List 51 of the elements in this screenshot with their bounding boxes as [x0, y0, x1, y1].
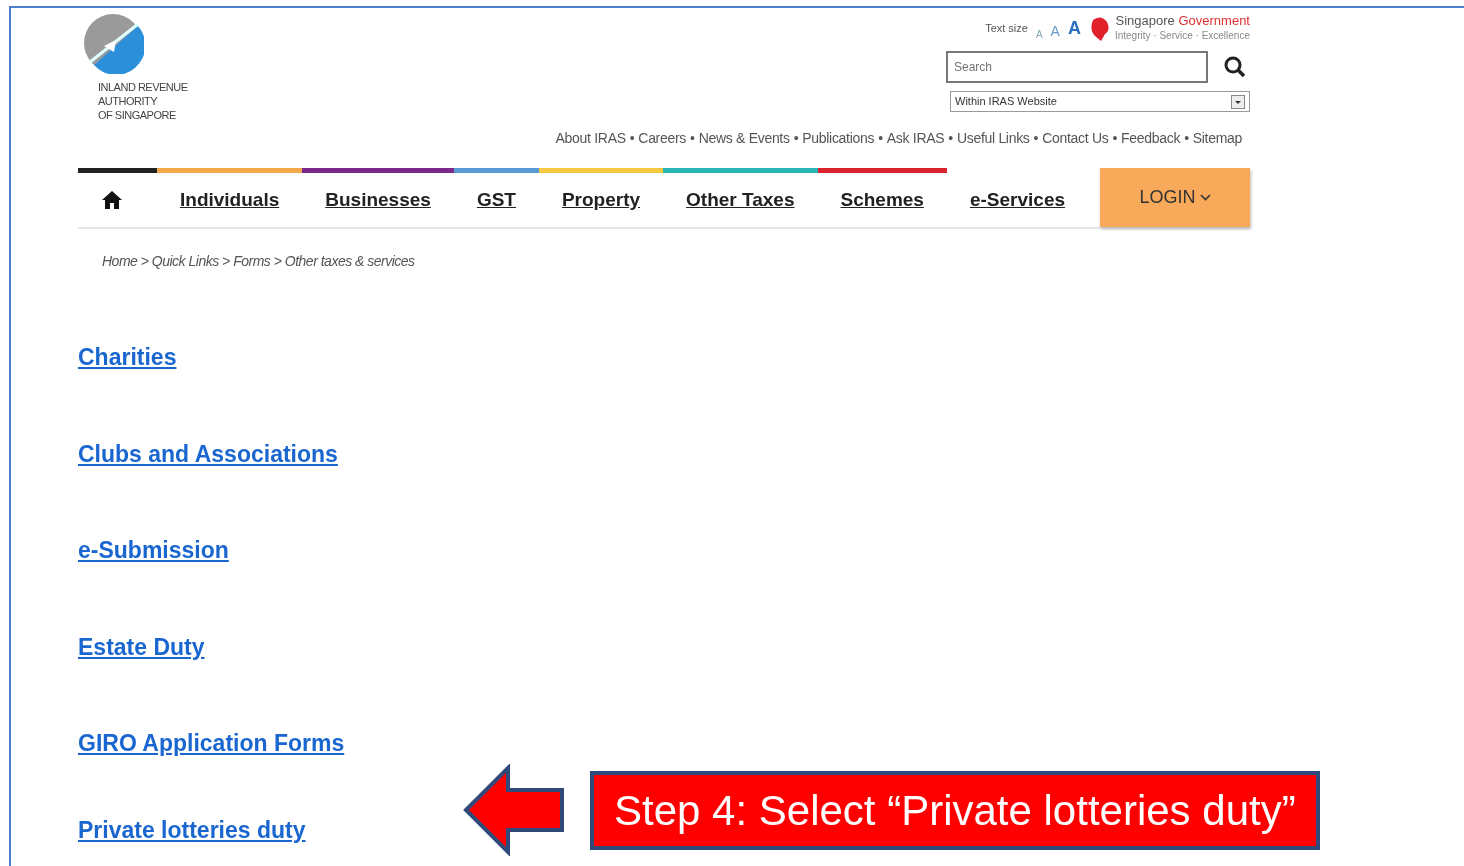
government-motto: Integrity · Service · Excellence: [1114, 29, 1250, 43]
link-separator: •: [690, 129, 695, 148]
breadcrumb-link[interactable]: Home: [102, 253, 138, 269]
nav-tab[interactable]: Individuals: [157, 168, 303, 227]
form-link[interactable]: GIRO Application Forms: [78, 726, 345, 761]
nav-tab[interactable]: e-Services: [946, 168, 1089, 227]
link-separator: •: [629, 129, 635, 148]
top-link[interactable]: Contact Us: [1042, 128, 1109, 149]
link-separator: •: [1112, 129, 1118, 148]
link-separator: •: [1033, 129, 1039, 148]
form-link[interactable]: e-Submission: [78, 533, 229, 568]
link-separator: •: [878, 129, 883, 148]
breadcrumb-link[interactable]: Quick Links: [151, 253, 219, 269]
nav-tab[interactable]: GST: [453, 168, 539, 227]
top-link[interactable]: News & Events: [698, 128, 790, 149]
form-link[interactable]: Charities: [78, 340, 177, 375]
top-link[interactable]: Sitemap: [1192, 128, 1242, 149]
form-link[interactable]: Estate Duty: [78, 629, 205, 664]
search-icon[interactable]: [1224, 56, 1246, 78]
caret-icon: [1231, 94, 1245, 109]
link-separator: •: [948, 129, 953, 148]
nav-tab[interactable]: Other Taxes: [663, 168, 818, 227]
form-link[interactable]: Clubs and Associations: [78, 436, 338, 471]
home-icon: [101, 190, 123, 210]
form-link[interactable]: Private lotteries duty: [78, 812, 306, 847]
breadcrumb-link[interactable]: Forms: [233, 253, 271, 269]
text-size-option[interactable]: A: [1067, 15, 1081, 42]
top-link[interactable]: Publications: [802, 128, 875, 149]
link-separator: •: [793, 129, 799, 148]
scope-select[interactable]: Within IRAS Website: [950, 91, 1250, 112]
text-size-label: Text size: [985, 21, 1028, 37]
top-link[interactable]: Careers: [638, 128, 687, 149]
top-link[interactable]: Useful Links: [956, 128, 1030, 149]
logo-icon: [82, 12, 144, 74]
login-button[interactable]: LOGIN: [1100, 168, 1250, 227]
top-link[interactable]: Ask IRAS: [886, 128, 945, 149]
breadcrumb: Home > Quick Links > Forms > Other taxes & services: [102, 252, 416, 271]
nav-tab[interactable]: Property: [538, 168, 664, 227]
logo-text: INLAND REVENUE: [98, 80, 188, 94]
logo-text: OF SINGAPORE: [98, 108, 177, 122]
left-arrow-icon: [462, 764, 566, 856]
link-separator: •: [1184, 129, 1189, 148]
nav-tab[interactable]: Businesses: [302, 168, 454, 227]
nav-tab[interactable]: Schemes: [817, 168, 947, 227]
chevron-down-icon: [1199, 194, 1211, 201]
top-link[interactable]: About IRAS: [555, 128, 626, 149]
logo-text: AUTHORITY: [98, 94, 159, 108]
top-link[interactable]: Feedback: [1121, 128, 1181, 149]
government-name: Singapore Government: [1115, 14, 1250, 28]
search-field[interactable]: Search: [946, 51, 1208, 83]
callout-banner: Step 4: Select “Private lotteries duty”: [590, 770, 1320, 850]
